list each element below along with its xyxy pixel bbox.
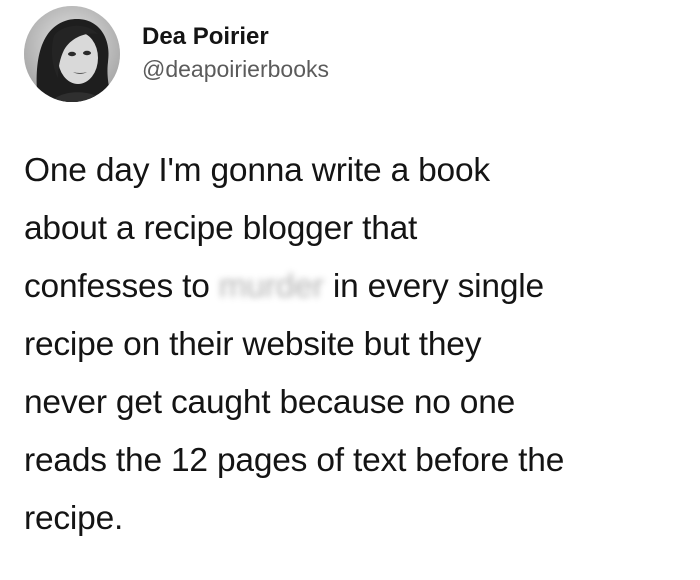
censored-word: murder (218, 268, 324, 305)
tweet-card: Dea Poirier @deapoirierbooks One day I'm… (0, 0, 700, 580)
tweet-text-fragment: in every single (323, 268, 544, 305)
avatar[interactable] (24, 6, 120, 102)
tweet-text-line: reads the 12 pages of text before the (24, 442, 565, 479)
author-block[interactable]: Dea Poirier @deapoirierbooks (142, 22, 329, 84)
profile-photo-icon (24, 6, 120, 102)
tweet-text-line: recipe on their website but they (24, 326, 482, 363)
tweet-text-line: about a recipe blogger that (24, 210, 418, 247)
tweet-text-line: confesses to murder in every single (24, 258, 690, 316)
tweet-text-line: never get caught because no one (24, 384, 516, 421)
author-display-name[interactable]: Dea Poirier (142, 22, 329, 52)
tweet-text-line: recipe. (24, 500, 124, 537)
tweet-text-line: One day I'm gonna write a book (24, 152, 490, 189)
tweet-text: One day I'm gonna write a book about a r… (24, 142, 690, 548)
tweet-text-fragment: confesses to (24, 268, 219, 305)
author-handle[interactable]: @deapoirierbooks (142, 54, 329, 84)
